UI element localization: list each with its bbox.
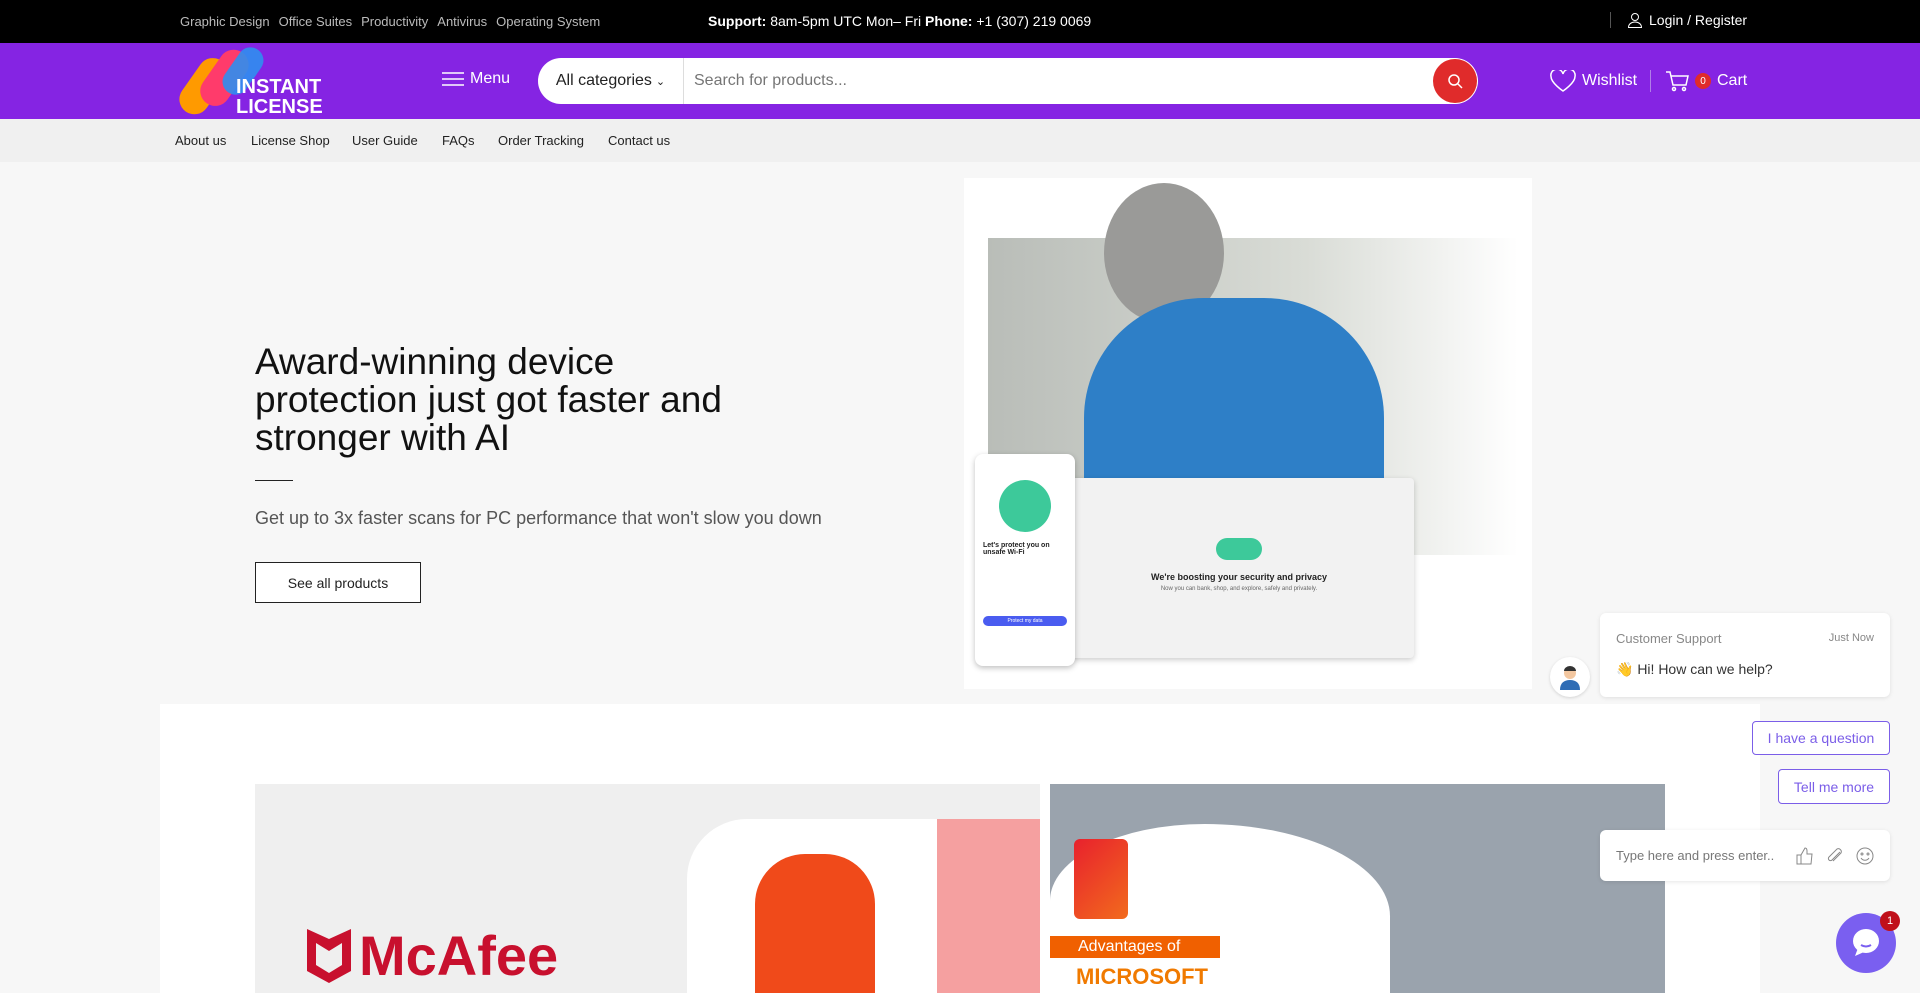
cart-count-badge: 0	[1695, 73, 1711, 89]
chat-launcher-button[interactable]: 1	[1836, 911, 1900, 973]
cart-label: Cart	[1717, 72, 1748, 89]
nav-about-us[interactable]: About us	[175, 133, 226, 148]
search-bar: All categories ⌄	[538, 58, 1478, 104]
search-icon	[1448, 74, 1463, 89]
phone-title: Let's protect you on unsafe Wi-Fi	[983, 542, 1050, 556]
microsoft-banner[interactable]: Advantages of MICROSOFT	[1050, 784, 1665, 993]
login-label: Login / Register	[1649, 12, 1748, 28]
top-link[interactable]: Antivirus	[437, 14, 487, 29]
hero-subtitle: Get up to 3x faster scans for PC perform…	[255, 508, 822, 528]
see-all-products-button[interactable]: See all products	[255, 562, 421, 603]
hamburger-icon	[442, 72, 464, 86]
chat-message: 👋 Hi! How can we help?	[1616, 661, 1773, 677]
category-select[interactable]: All categories ⌄	[538, 58, 684, 104]
heart-icon	[1550, 70, 1576, 92]
chat-input-placeholder: Type here and press enter..	[1616, 848, 1775, 863]
cart-link[interactable]: 0 Cart	[1650, 70, 1747, 92]
toggle-icon	[1216, 538, 1262, 560]
mcafee-logo: McAfee	[307, 926, 558, 986]
top-bar: Graphic Design Office Suites Productivity A…	[0, 0, 1920, 43]
desktop-app-window: We're boosting your security and privacy…	[1064, 478, 1414, 658]
divider	[255, 480, 293, 481]
nav-license-shop[interactable]: License Shop	[251, 133, 330, 148]
cart-icon	[1666, 71, 1689, 92]
desktop-subtitle: Now you can bank, shop, and explore, saf…	[1160, 586, 1318, 592]
category-label: All categories	[555, 72, 652, 89]
wifi-icon	[999, 480, 1051, 532]
paperclip-icon[interactable]	[1826, 847, 1844, 865]
ms-banner-line2: MICROSOFT	[1076, 964, 1208, 989]
chat-message-card: Customer Support Just Now 👋 Hi! How can …	[1600, 613, 1890, 697]
banner-person	[755, 854, 875, 993]
hero-image: We're boosting your security and privacy…	[964, 178, 1532, 689]
top-link[interactable]: Office Suites	[279, 14, 352, 29]
phone-button: Protect my data	[983, 616, 1067, 626]
mcafee-banner[interactable]: McAfee	[255, 784, 1040, 993]
svg-text:LICENSE: LICENSE	[236, 96, 323, 117]
search-input[interactable]	[684, 72, 1433, 90]
quick-reply-tell-more[interactable]: Tell me more	[1778, 769, 1890, 804]
svg-text:INSTANT: INSTANT	[236, 76, 321, 98]
phone-mockup: Let's protect you on unsafe Wi-Fi Protec…	[975, 454, 1075, 666]
support-hours: 8am-5pm UTC Mon– Fri	[770, 13, 922, 29]
banner-pink-panel	[937, 819, 1040, 993]
mcafee-wordmark: McAfee	[359, 924, 559, 987]
chat-input[interactable]: Type here and press enter..	[1600, 830, 1890, 881]
quick-reply-question[interactable]: I have a question	[1752, 721, 1890, 755]
top-categories: Graphic Design Office Suites Productivity A…	[180, 14, 609, 29]
nav-order-tracking[interactable]: Order Tracking	[498, 133, 584, 148]
top-link[interactable]: Operating System	[496, 14, 600, 29]
search-button[interactable]	[1433, 59, 1477, 103]
emoji-icon[interactable]	[1856, 847, 1874, 865]
wishlist-link[interactable]: Wishlist	[1550, 70, 1637, 92]
office-logo-icon	[1074, 839, 1128, 919]
user-icon	[1627, 13, 1643, 28]
phone-number: +1 (307) 219 0069	[976, 13, 1092, 29]
agent-avatar	[1550, 657, 1590, 697]
chat-timestamp: Just Now	[1828, 632, 1874, 644]
secondary-nav: About us License Shop User Guide FAQs Or…	[0, 119, 1920, 162]
ms-banner-line1: Advantages of	[1050, 936, 1220, 958]
mcafee-shield-icon	[307, 929, 351, 983]
nav-faqs[interactable]: FAQs	[442, 133, 475, 148]
chat-bubble-icon	[1853, 929, 1879, 956]
support-info: Support: 8am-5pm UTC Mon– Fri Phone: +1 …	[708, 13, 1091, 29]
login-link[interactable]: Login / Register	[1610, 12, 1747, 28]
hero-title: Award-winning device protection just got…	[255, 341, 722, 458]
chat-agent-name: Customer Support	[1616, 631, 1722, 646]
main-header: INSTANT LICENSE Menu All categories⌄ Wis…	[0, 43, 1920, 119]
top-link[interactable]: Graphic Design	[180, 14, 270, 29]
top-link[interactable]: Productivity	[361, 14, 428, 29]
phone-label: Phone:	[925, 13, 973, 29]
unread-badge: 1	[1880, 911, 1900, 931]
menu-label: Menu	[470, 70, 511, 87]
thumbs-up-icon[interactable]	[1796, 846, 1814, 865]
desktop-title: We're boosting your security and privacy	[1150, 572, 1328, 582]
agent-icon	[1560, 666, 1580, 690]
chevron-down-icon: ⌄	[655, 75, 666, 88]
support-label: Support:	[708, 13, 767, 29]
wishlist-label: Wishlist	[1582, 72, 1638, 89]
menu-button[interactable]: Menu	[442, 70, 510, 88]
instant-license-logo[interactable]: INSTANT LICENSE	[178, 47, 348, 117]
nav-user-guide[interactable]: User Guide	[352, 133, 418, 148]
nav-contact-us[interactable]: Contact us	[608, 133, 670, 148]
